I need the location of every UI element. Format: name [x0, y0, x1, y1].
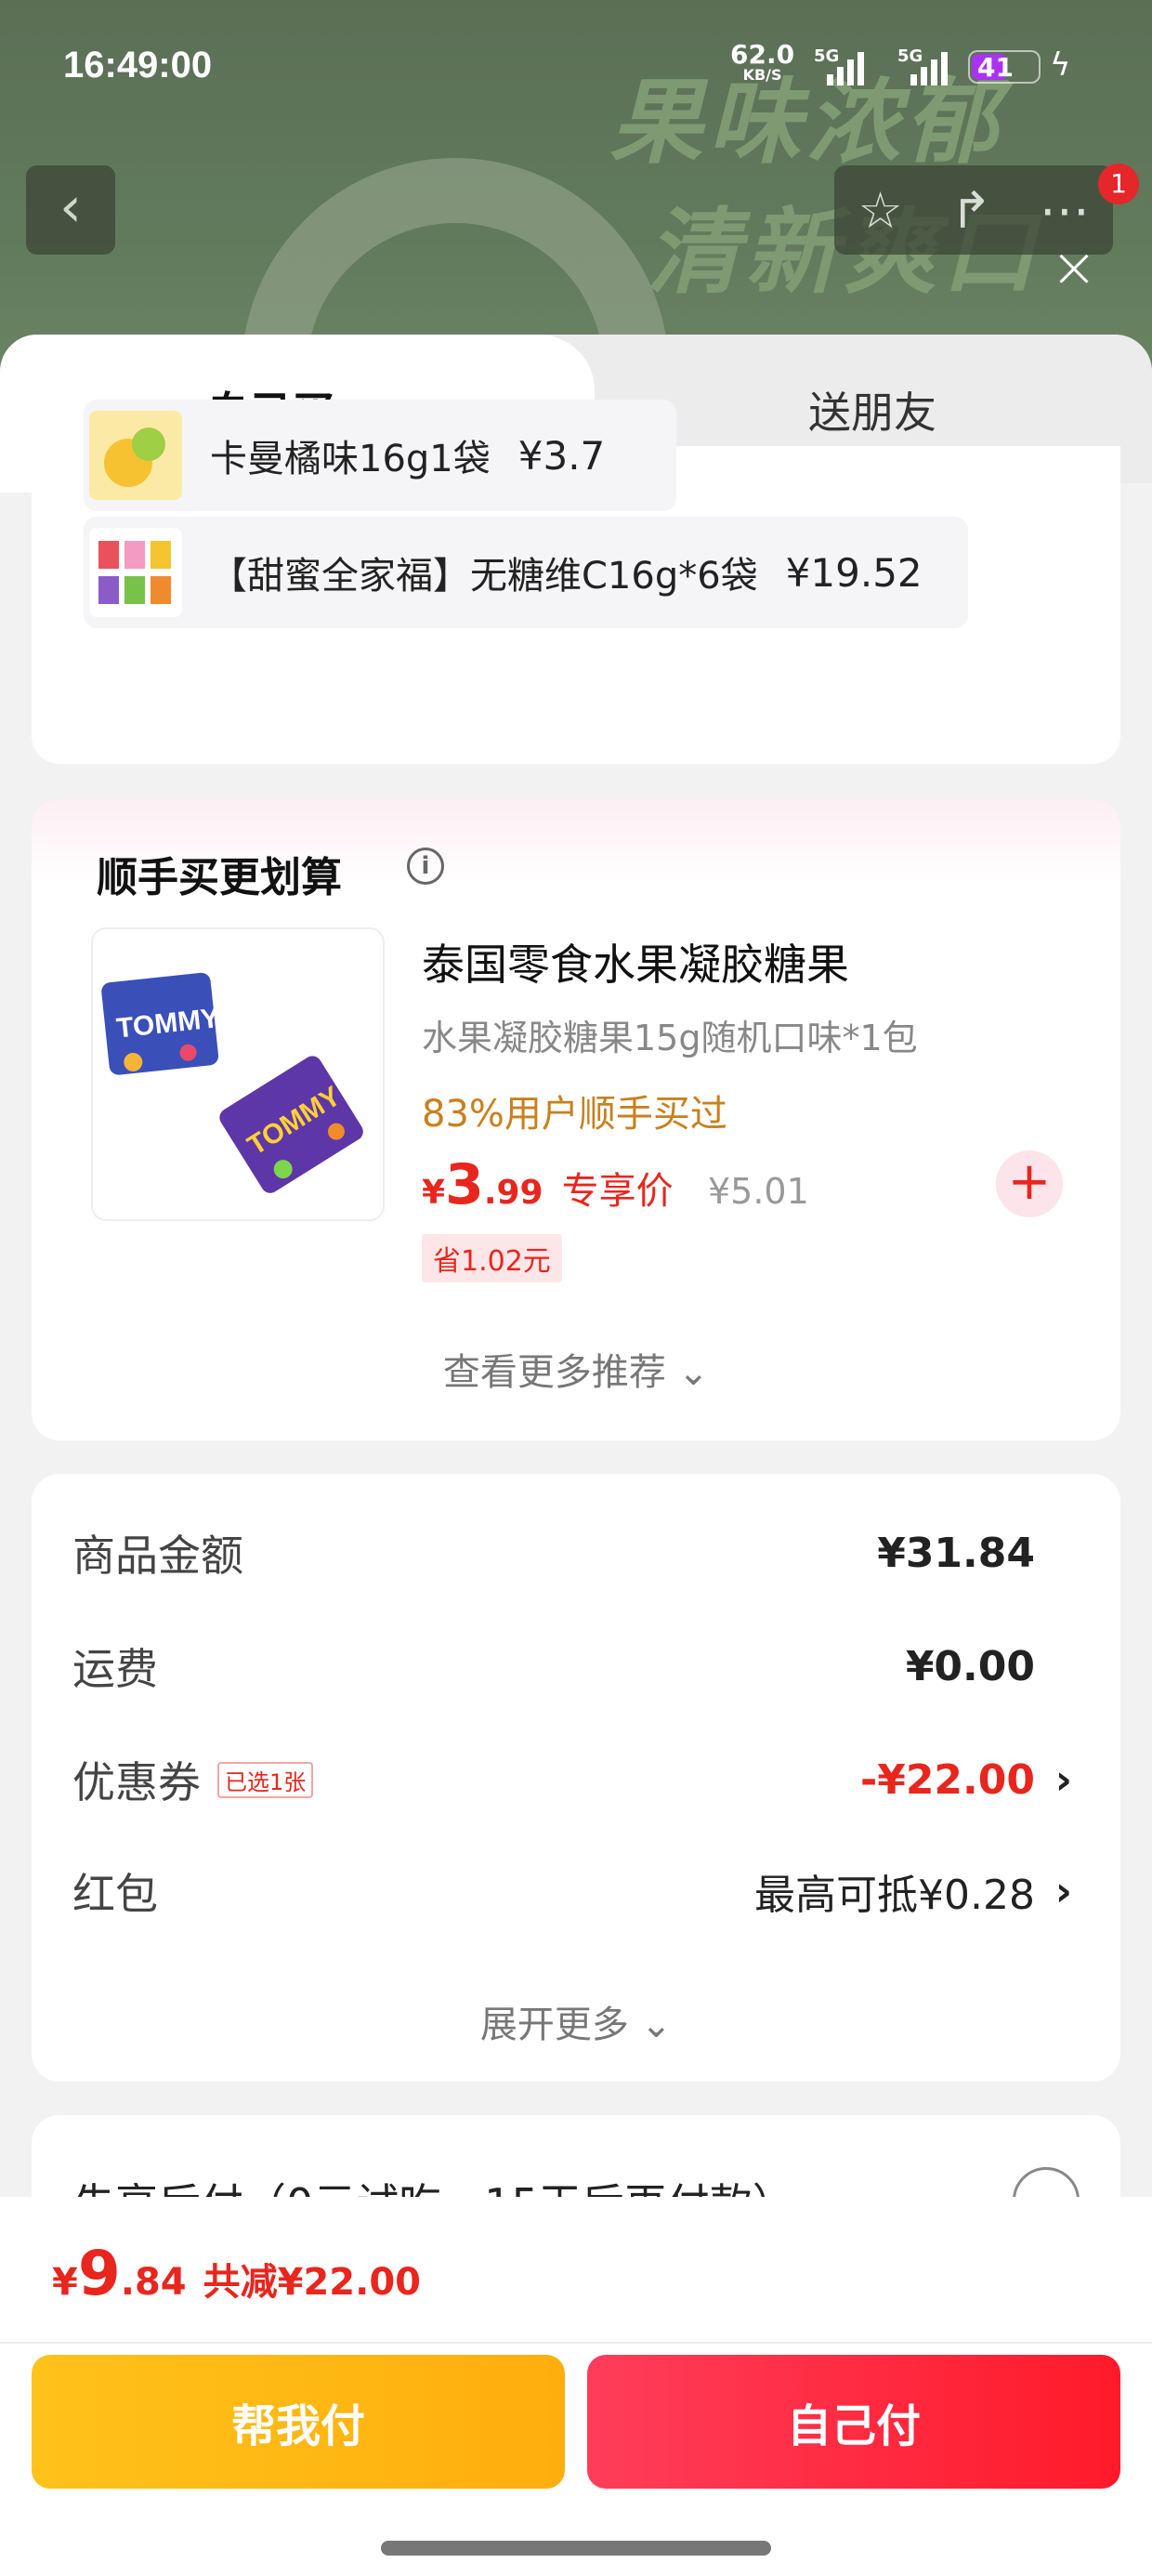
coupon-value: -¥22.00	[859, 1755, 1035, 1804]
battery-level: 41	[977, 52, 1014, 83]
chevron-right-icon: ›	[1054, 1755, 1072, 1804]
original-price: ¥5.01	[708, 1171, 809, 1212]
gift-list-card: 卡曼橘味16g1袋 ¥3.7 【甜蜜全家福】无糖维C16g*6袋 ¥19.52	[32, 400, 1120, 764]
coupon-selected-badge: 已选1张	[217, 1761, 314, 1798]
more-recommend-link[interactable]: 查看更多推荐 ⌄	[32, 1342, 1120, 1396]
more-icon[interactable]: ⋯	[1040, 181, 1090, 240]
shipping-label: 运费	[72, 1644, 158, 1694]
status-bar: 16:49:00 62.0 KB/S 5G 5G 41 ϟ	[0, 42, 1152, 97]
network-rate: 62.0 KB/S	[730, 42, 794, 84]
close-icon[interactable]: ×	[1044, 238, 1104, 297]
gift-name: 卡曼橘味16g1袋	[210, 438, 491, 480]
recommend-card: 顺手买更划算 i TOMMY TOMMY 泰国零食水果凝胶糖果 水果凝胶糖果15…	[32, 799, 1120, 1440]
product-price: ¥3.99 专享价	[422, 1152, 674, 1217]
divider	[0, 2342, 1152, 2344]
battery-icon: 41	[968, 50, 1041, 84]
total-decimal: .84	[120, 2261, 187, 2304]
coupon-label: 优惠券	[72, 1757, 201, 1807]
signal-label-2: 5G	[897, 46, 923, 66]
gift-name: 【甜蜜全家福】无糖维C16g*6袋	[210, 555, 758, 598]
red-packet-value: 最高可抵¥0.28	[754, 1872, 1035, 1919]
chevron-right-icon: ›	[1054, 1867, 1072, 1915]
shipping-value: ¥0.00	[905, 1642, 1035, 1690]
red-packet-row[interactable]: 红包 最高可抵¥0.28 ›	[72, 1859, 1072, 1924]
product-image[interactable]: TOMMY TOMMY	[91, 927, 385, 1221]
goods-amount-row: 商品金额 ¥31.84	[72, 1520, 1072, 1585]
product-buy-hint: 83%用户顺手买过	[422, 1093, 727, 1136]
favorite-icon[interactable]: ☆	[857, 181, 902, 240]
goods-amount-label: 商品金额	[72, 1531, 243, 1581]
gift-thumb-image	[89, 411, 182, 500]
gift-item: 卡曼橘味16g1袋 ¥3.7	[84, 400, 676, 511]
expand-more-link[interactable]: 展开更多 ⌄	[32, 1994, 1120, 2048]
notification-badge: 1	[1098, 164, 1139, 204]
price-decimal: .99	[483, 1174, 543, 1212]
gift-price: ¥3.7	[517, 432, 606, 479]
price-summary-card: 商品金额 ¥31.84 运费 ¥0.00 优惠券 已选1张 -¥22.00 › …	[32, 1474, 1120, 2082]
signal-label-1: 5G	[814, 46, 840, 66]
price-currency: ¥	[422, 1174, 446, 1212]
signal-icon-1: 5G	[814, 46, 864, 85]
add-to-order-button[interactable]: +	[996, 1150, 1063, 1217]
back-button[interactable]: ‹	[26, 165, 115, 255]
checkout-bar: ¥9.84 共减¥22.00 帮我付 自己付	[0, 2197, 1152, 2576]
gift-price: ¥19.52	[785, 549, 923, 596]
info-icon[interactable]: i	[407, 848, 444, 885]
total-currency: ¥	[52, 2261, 78, 2304]
total-integer: 9	[77, 2238, 121, 2309]
save-badge: 省1.02元	[422, 1234, 562, 1282]
total-price: ¥9.84 共减¥22.00	[52, 2238, 421, 2309]
friend-pay-button[interactable]: 帮我付	[32, 2355, 565, 2489]
share-icon[interactable]: ↱	[950, 181, 992, 240]
tab-send-friend[interactable]: 送朋友	[808, 379, 936, 440]
red-packet-label: 红包	[72, 1869, 158, 1919]
price-integer: 3	[445, 1152, 484, 1217]
coupon-row[interactable]: 优惠券 已选1张 -¥22.00 ›	[72, 1747, 1072, 1812]
product-spec: 水果凝胶糖果15g随机口味*1包	[422, 1018, 918, 1058]
goods-amount-value: ¥31.84	[877, 1529, 1035, 1577]
self-pay-button[interactable]: 自己付	[587, 2355, 1120, 2489]
price-tag: 专享价	[561, 1170, 674, 1213]
charging-icon: ϟ	[1050, 46, 1071, 84]
signal-icon-2: 5G	[897, 46, 948, 85]
home-indicator[interactable]	[381, 2541, 771, 2556]
gift-item: 【甜蜜全家福】无糖维C16g*6袋 ¥19.52	[84, 517, 968, 628]
total-saved: 共减¥22.00	[203, 2261, 421, 2304]
gift-thumb-image	[89, 528, 182, 617]
shipping-row: 运费 ¥0.00	[72, 1634, 1072, 1699]
product-title[interactable]: 泰国零食水果凝胶糖果	[422, 931, 849, 992]
status-time: 16:49:00	[63, 45, 213, 85]
recommend-title: 顺手买更划算	[97, 854, 342, 901]
